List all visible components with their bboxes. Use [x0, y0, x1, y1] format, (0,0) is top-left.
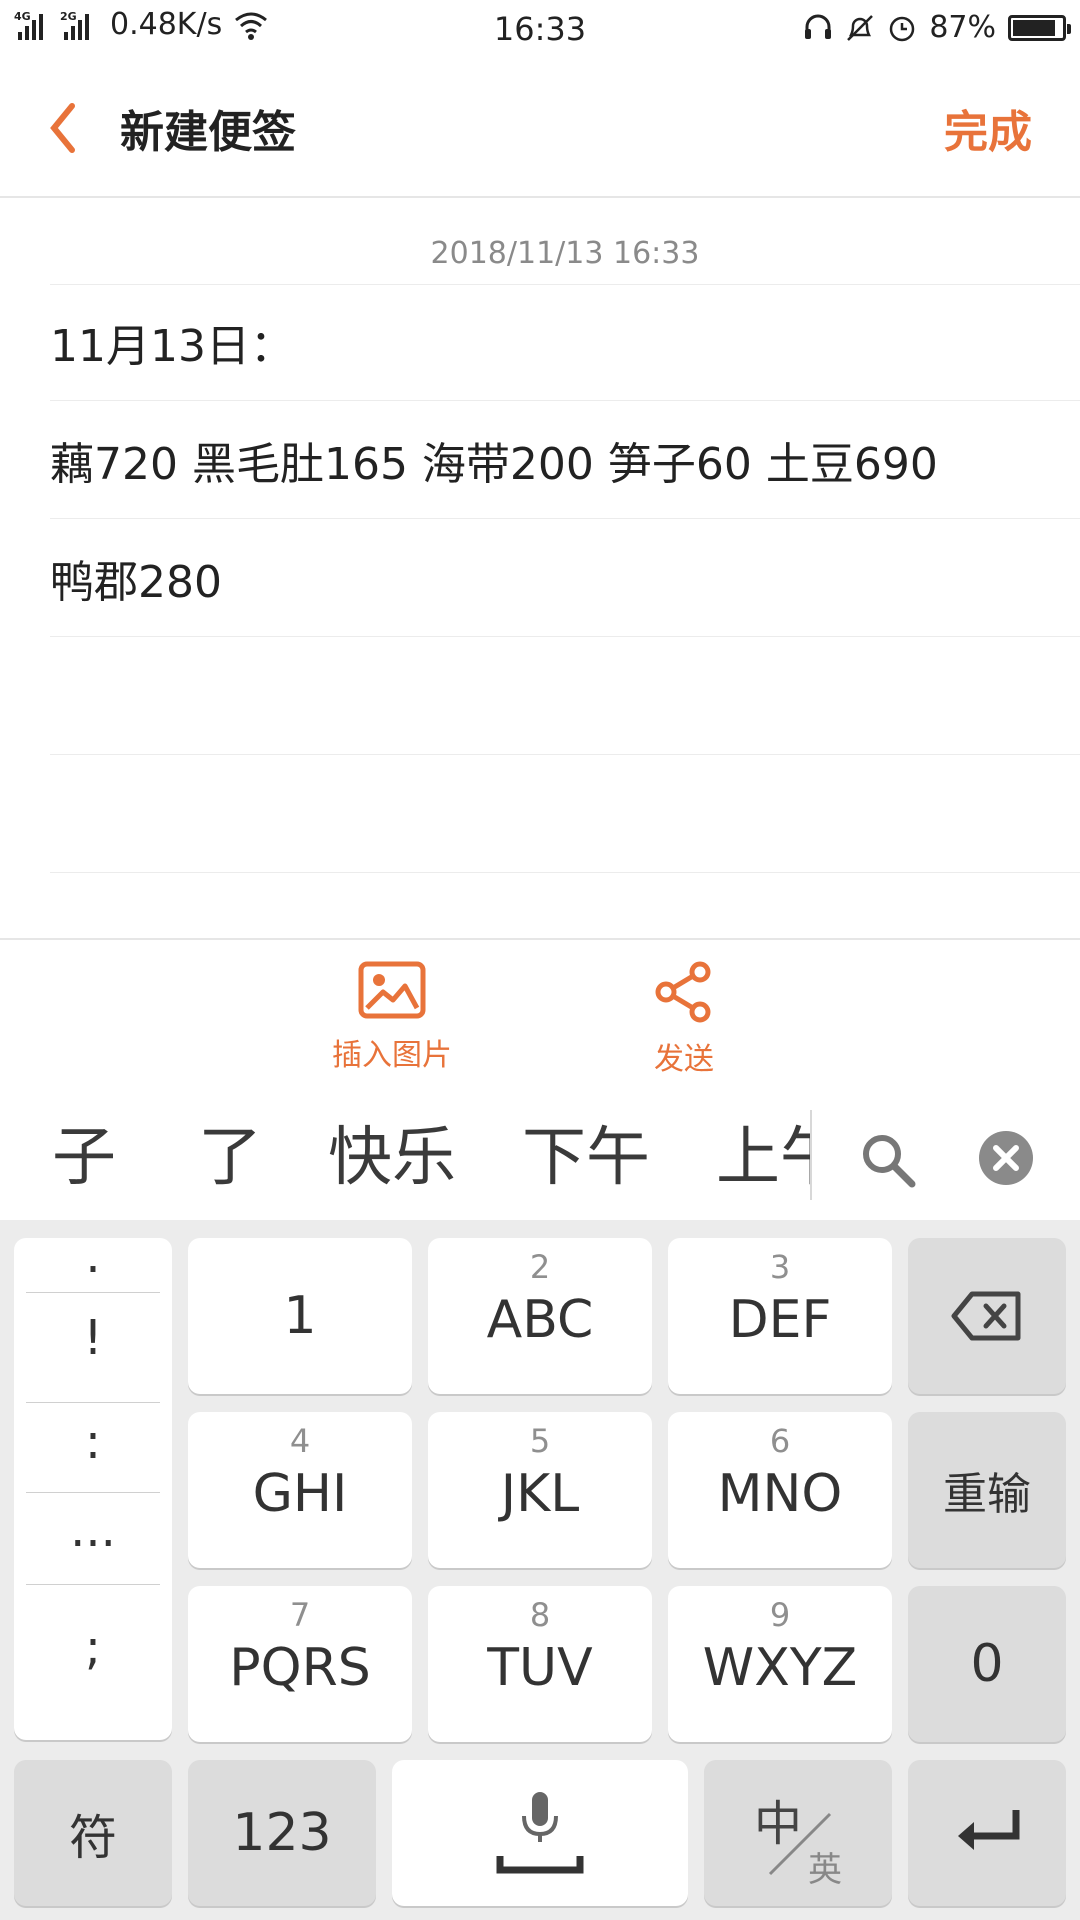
note-timestamp: 2018/11/13 16:33: [430, 236, 700, 271]
key-number: 4: [289, 1422, 311, 1460]
send-label: 发送: [654, 1042, 714, 1077]
key-wxyz[interactable]: 9 WXYZ: [668, 1586, 892, 1742]
key-number: 8: [529, 1596, 551, 1634]
key-label: 1: [283, 1286, 317, 1346]
key-label: 重输: [943, 1469, 1031, 1520]
punctuation-column: . ! : ... ;: [14, 1228, 172, 1740]
send-button[interactable]: 发送: [634, 960, 734, 1078]
key-label: 0: [970, 1634, 1004, 1694]
status-bar: 4G 2G 0.48K/s 16:33 87%: [0, 0, 1080, 58]
key-ghi[interactable]: 4 GHI: [188, 1412, 412, 1568]
divider: [50, 636, 1080, 637]
key-label: 123: [232, 1803, 332, 1863]
page-title: 新建便签: [120, 107, 296, 158]
punct-key[interactable]: .: [24, 1228, 162, 1284]
ime-keyboard: . ! : ... ; 1 2 ABC 3 DEF 4 GHI 5 JKL 6 …: [0, 1220, 1080, 1920]
key-0[interactable]: 0: [908, 1586, 1066, 1742]
divider: [50, 518, 1080, 519]
key-label: MNO: [717, 1464, 843, 1524]
divider: [26, 1492, 160, 1493]
key-label: 符: [68, 1810, 117, 1866]
share-icon: [655, 961, 711, 1023]
candidate-word[interactable]: 子: [52, 1126, 116, 1190]
key-number: 7: [289, 1596, 311, 1634]
battery-percent: 87%: [929, 10, 996, 45]
candidate-word[interactable]: 了: [198, 1126, 262, 1190]
insert-image-button[interactable]: 插入图片: [322, 960, 462, 1074]
key-label: WXYZ: [702, 1638, 858, 1698]
key-label: JKL: [500, 1464, 580, 1524]
symbols-button[interactable]: 符: [14, 1760, 172, 1906]
key-label: 英: [808, 1850, 842, 1890]
key-label: ABC: [486, 1290, 594, 1350]
reinput-button[interactable]: 重输: [908, 1412, 1066, 1568]
headset-icon: [805, 14, 832, 39]
divider: [810, 1110, 812, 1200]
key-label: TUV: [487, 1638, 593, 1698]
image-icon: [358, 961, 426, 1019]
key-label: DEF: [728, 1290, 832, 1350]
mute-icon: [847, 14, 874, 41]
divider: [50, 872, 1080, 873]
microphone-icon: [496, 1792, 584, 1874]
note-line[interactable]: 藕720 黑毛肚165 海带200 笋子60 土豆690: [50, 428, 938, 492]
divider: [50, 754, 1080, 755]
key-number: 2: [529, 1248, 551, 1286]
done-button[interactable]: 完成: [944, 96, 1032, 160]
close-icon[interactable]: [978, 1130, 1034, 1186]
space-button[interactable]: [392, 1760, 688, 1906]
divider: [50, 284, 1080, 285]
punct-key[interactable]: ...: [24, 1502, 162, 1558]
app-header: 新建便签 完成: [0, 58, 1080, 198]
candidate-word[interactable]: 上午: [716, 1126, 810, 1190]
punct-key[interactable]: !: [24, 1310, 162, 1366]
punct-key[interactable]: :: [24, 1414, 162, 1470]
key-label: PQRS: [229, 1638, 371, 1698]
key-label: GHI: [252, 1464, 348, 1524]
numbers-button[interactable]: 123: [188, 1760, 376, 1906]
divider: [26, 1292, 160, 1293]
alarm-icon: [890, 16, 915, 41]
key-number: 5: [529, 1422, 551, 1460]
insert-image-label: 插入图片: [332, 1038, 452, 1073]
divider: [50, 400, 1080, 401]
candidate-word[interactable]: 下午: [522, 1126, 650, 1190]
punct-key[interactable]: ;: [24, 1620, 162, 1676]
key-1[interactable]: 1: [188, 1238, 412, 1394]
ime-candidate-bar: 子 了 快乐 下午 上午: [0, 1090, 1080, 1220]
enter-button[interactable]: [908, 1760, 1066, 1906]
key-number: 6: [769, 1422, 791, 1460]
key-mno[interactable]: 6 MNO: [668, 1412, 892, 1568]
divider: [26, 1584, 160, 1585]
divider: [26, 1402, 160, 1403]
key-tuv[interactable]: 8 TUV: [428, 1586, 652, 1742]
enter-icon: [958, 1810, 1020, 1850]
key-def[interactable]: 3 DEF: [668, 1238, 892, 1394]
note-line[interactable]: 鸭郡280: [50, 546, 222, 610]
key-pqrs[interactable]: 7 PQRS: [188, 1586, 412, 1742]
backspace-button[interactable]: [908, 1238, 1066, 1394]
key-number: 3: [769, 1248, 791, 1286]
back-arrow-icon[interactable]: [40, 98, 90, 158]
key-number: 9: [769, 1596, 791, 1634]
candidate-word[interactable]: 快乐: [328, 1126, 456, 1190]
backspace-icon: [951, 1291, 1021, 1341]
note-toolbar: 插入图片 发送: [0, 938, 1080, 1092]
language-toggle-button[interactable]: 中 英: [704, 1760, 892, 1906]
note-line[interactable]: 11月13日：: [50, 310, 294, 374]
battery-icon: [1008, 14, 1071, 41]
search-icon[interactable]: [858, 1130, 918, 1190]
key-jkl[interactable]: 5 JKL: [428, 1412, 652, 1568]
key-abc[interactable]: 2 ABC: [428, 1238, 652, 1394]
